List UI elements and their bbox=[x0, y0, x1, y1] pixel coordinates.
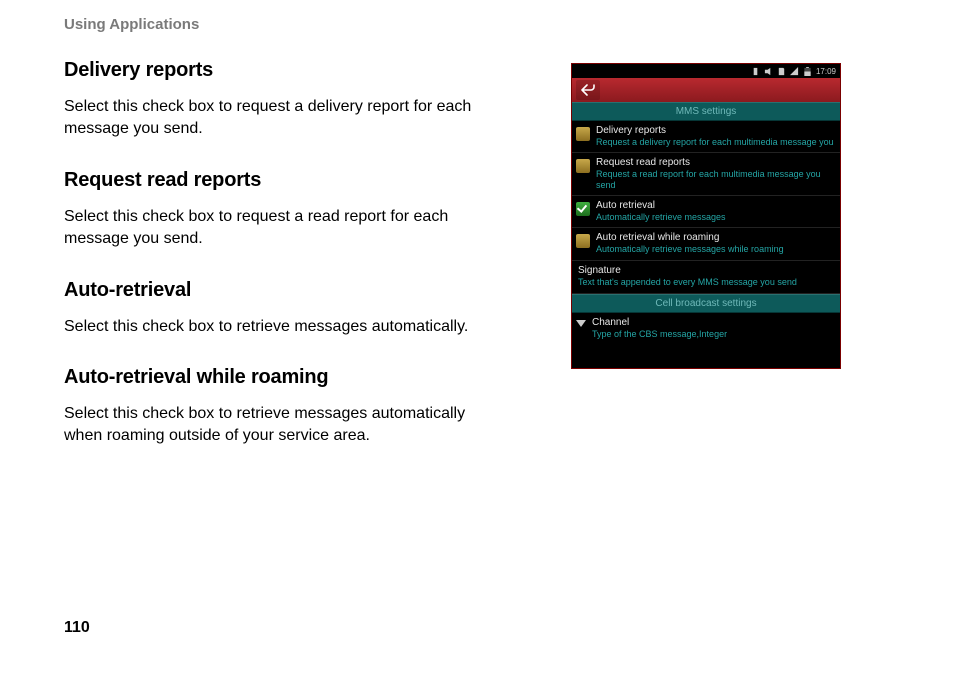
setting-title: Channel bbox=[592, 317, 836, 329]
page-number: 110 bbox=[64, 619, 90, 637]
heading-delivery-reports: Delivery reports bbox=[64, 59, 474, 82]
checkbox-icon[interactable] bbox=[576, 127, 590, 141]
setting-subtitle: Automatically retrieve messages while ro… bbox=[596, 244, 836, 254]
setting-signature[interactable]: Signature Text that's appended to every … bbox=[572, 261, 840, 294]
section-header-cell-broadcast: Cell broadcast settings bbox=[572, 294, 840, 313]
page-header: Using Applications bbox=[64, 16, 890, 33]
setting-title: Delivery reports bbox=[596, 125, 836, 137]
volume-icon bbox=[764, 67, 773, 76]
setting-subtitle: Request a delivery report for each multi… bbox=[596, 137, 836, 147]
heading-request-read-reports: Request read reports bbox=[64, 169, 474, 192]
body-auto-retrieval-roaming: Select this check box to retrieve messag… bbox=[64, 403, 474, 448]
section-header-mms: MMS settings bbox=[572, 102, 840, 121]
battery-icon bbox=[803, 67, 812, 76]
signal-icon bbox=[790, 67, 799, 76]
setting-channel[interactable]: Channel Type of the CBS message,Integer bbox=[572, 313, 840, 341]
setting-title: Request read reports bbox=[596, 157, 836, 169]
setting-subtitle: Automatically retrieve messages bbox=[596, 212, 836, 222]
setting-subtitle: Request a read report for each multimedi… bbox=[596, 169, 836, 190]
body-delivery-reports: Select this check box to request a deliv… bbox=[64, 96, 474, 141]
setting-title: Auto retrieval while roaming bbox=[596, 232, 836, 244]
right-column: 17:09 MMS settings Delivery reports Requ… bbox=[522, 59, 890, 476]
phone-screenshot: 17:09 MMS settings Delivery reports Requ… bbox=[571, 63, 841, 369]
checkbox-checked-icon[interactable] bbox=[576, 202, 590, 216]
body-request-read-reports: Select this check box to request a read … bbox=[64, 206, 474, 251]
triangle-down-icon bbox=[576, 320, 586, 327]
columns: Delivery reports Select this check box t… bbox=[64, 59, 890, 476]
setting-auto-retrieval[interactable]: Auto retrieval Automatically retrieve me… bbox=[572, 196, 840, 228]
usb-icon bbox=[751, 67, 760, 76]
setting-title: Auto retrieval bbox=[596, 200, 836, 212]
setting-subtitle: Type of the CBS message,Integer bbox=[592, 329, 836, 339]
setting-delivery-reports[interactable]: Delivery reports Request a delivery repo… bbox=[572, 121, 840, 153]
sd-icon bbox=[777, 67, 786, 76]
setting-auto-retrieval-roaming[interactable]: Auto retrieval while roaming Automatical… bbox=[572, 228, 840, 260]
left-column: Delivery reports Select this check box t… bbox=[64, 59, 474, 476]
back-button[interactable] bbox=[576, 80, 600, 100]
setting-subtitle: Text that's appended to every MMS messag… bbox=[578, 277, 834, 287]
back-arrow-icon bbox=[581, 84, 595, 96]
title-bar bbox=[572, 78, 840, 102]
heading-auto-retrieval-roaming: Auto-retrieval while roaming bbox=[64, 366, 474, 389]
setting-read-reports[interactable]: Request read reports Request a read repo… bbox=[572, 153, 840, 196]
body-auto-retrieval: Select this check box to retrieve messag… bbox=[64, 316, 474, 338]
status-bar: 17:09 bbox=[572, 64, 840, 78]
checkbox-icon[interactable] bbox=[576, 234, 590, 248]
setting-title: Signature bbox=[578, 265, 834, 277]
heading-auto-retrieval: Auto-retrieval bbox=[64, 279, 474, 302]
checkbox-icon[interactable] bbox=[576, 159, 590, 173]
status-time: 17:09 bbox=[816, 67, 836, 76]
